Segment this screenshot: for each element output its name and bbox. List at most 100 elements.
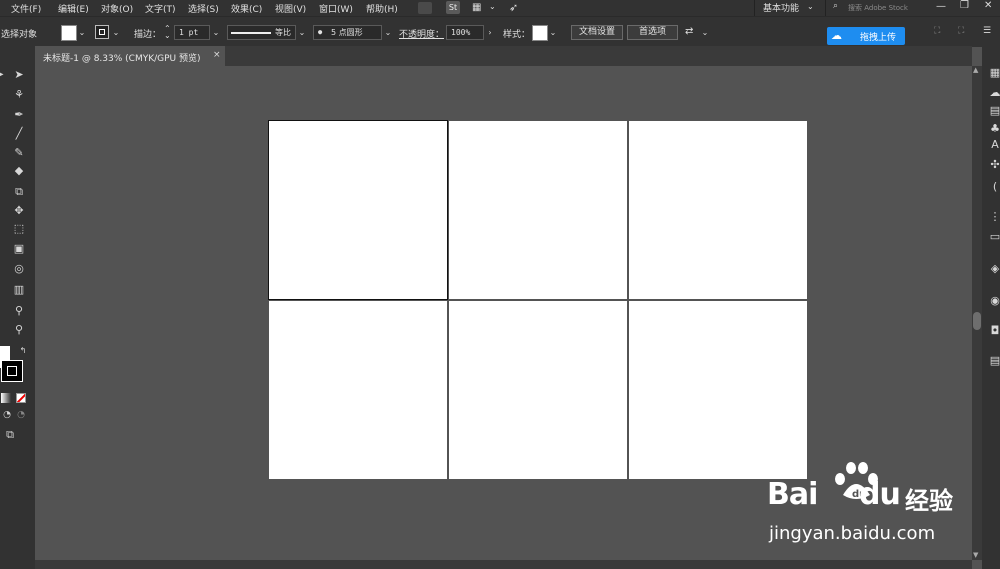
- chevron-down-icon[interactable]: ⌄: [77, 25, 87, 40]
- character-icon[interactable]: A: [988, 138, 1000, 152]
- stock-icon[interactable]: St: [446, 1, 460, 14]
- magic-wand-icon[interactable]: ⚘: [12, 88, 26, 102]
- paragraph-icon[interactable]: (: [988, 180, 1000, 194]
- opacity-label[interactable]: 不透明度：: [399, 27, 444, 40]
- gradient-mode-icon[interactable]: [1, 393, 11, 403]
- document-setup-button[interactable]: 文档设置: [571, 25, 623, 40]
- vertical-scrollbar[interactable]: ▲ ▼: [972, 66, 982, 560]
- puppet-warp-icon[interactable]: ✥: [12, 204, 26, 218]
- transform-icon[interactable]: ▭: [988, 230, 1000, 244]
- free-transform-icon[interactable]: ⬚: [12, 222, 26, 236]
- menu-help[interactable]: 帮助(H): [366, 2, 398, 15]
- variable-width-profile[interactable]: 等比: [227, 25, 296, 40]
- profile-label: 等比: [275, 28, 291, 37]
- artboard-2[interactable]: [449, 121, 627, 299]
- pen-tool-icon[interactable]: ✒: [12, 108, 26, 122]
- eyedropper-icon[interactable]: ⚲: [12, 304, 26, 318]
- direct-selection-tool-icon[interactable]: ➤: [12, 68, 26, 82]
- brushes-icon[interactable]: ♣: [988, 122, 1000, 136]
- close-window-icon[interactable]: ✕: [984, 0, 992, 11]
- stroke-color-swatch[interactable]: [1, 360, 23, 382]
- stroke-inner: [7, 366, 17, 376]
- cc-libraries-icon[interactable]: ☁: [988, 86, 1000, 100]
- draw-mode-icon[interactable]: ◔: [0, 408, 14, 422]
- chevron-down-icon[interactable]: ⌄: [700, 25, 710, 40]
- rocket-icon[interactable]: ➶: [509, 1, 518, 14]
- restore-icon[interactable]: ❐: [960, 0, 969, 11]
- menu-object[interactable]: 对象(O): [101, 2, 133, 15]
- workspace-switcher[interactable]: 基本功能 ⌄: [754, 0, 819, 16]
- artboard-5[interactable]: [449, 301, 627, 479]
- swap-colors-icon[interactable]: ↰: [16, 344, 30, 358]
- graphic-styles-icon[interactable]: ◘: [988, 324, 1000, 338]
- arrange-documents-icon[interactable]: ▦: [472, 2, 488, 14]
- artboards-panel-icon[interactable]: ▤: [988, 354, 1000, 368]
- artboard-4[interactable]: [269, 301, 447, 479]
- shape-builder-icon[interactable]: ◎: [12, 262, 26, 276]
- graph-tool-icon[interactable]: ▥: [12, 283, 26, 297]
- menu-type[interactable]: 文字(T): [145, 2, 176, 15]
- selection-tool-icon[interactable]: ▸: [0, 68, 8, 82]
- line-tool-icon[interactable]: ╱: [12, 127, 26, 141]
- watermark-du: du: [859, 477, 901, 512]
- chevron-down-icon[interactable]: ⌄: [297, 25, 307, 40]
- swatches-icon[interactable]: ▤: [988, 104, 1000, 118]
- layers-icon[interactable]: ◈: [988, 262, 1000, 276]
- menu-view[interactable]: 视图(V): [275, 2, 306, 15]
- menu-select[interactable]: 选择(S): [188, 2, 219, 15]
- stock-search[interactable]: ⌕ 搜索 Adobe Stock: [825, 0, 926, 16]
- graphic-style-swatch[interactable]: [532, 25, 548, 41]
- artboard-1[interactable]: [268, 120, 448, 300]
- panel-dock-icon[interactable]: ⛶: [958, 26, 964, 36]
- draw-inside-icon[interactable]: ◔: [14, 408, 28, 422]
- bridge-icon[interactable]: [418, 2, 432, 14]
- zoom-tool-icon[interactable]: ⚲: [12, 323, 26, 337]
- stroke-label: 描边：: [134, 30, 162, 40]
- panel-menu-icon[interactable]: ☰: [983, 26, 991, 36]
- appearance-icon[interactable]: ◉: [988, 294, 1000, 308]
- tools-panel: ▸ ➤ ⚘ ✒ ╱ ✎ ◆ ⧉ ✥ ⬚ ▣ ◎ ▥ ⚲ ⚲ ↰ ◔ ◔ ⧉: [0, 46, 35, 569]
- workspace-label: 基本功能: [763, 4, 800, 14]
- gradient-tool-icon[interactable]: ▣: [12, 242, 26, 256]
- arrange-icon[interactable]: ⇄: [685, 26, 693, 37]
- chevron-down-icon[interactable]: ⌄: [383, 25, 393, 40]
- eraser-tool-icon[interactable]: ◆: [12, 164, 26, 178]
- chevron-down-icon[interactable]: ⌄: [489, 2, 496, 11]
- scrollbar-thumb[interactable]: [973, 312, 981, 330]
- none-mode-icon[interactable]: [16, 393, 26, 403]
- chevron-right-icon[interactable]: ›: [485, 25, 495, 40]
- brush-definition[interactable]: ● 5 点圆形: [313, 25, 382, 40]
- close-tab-icon[interactable]: ×: [213, 50, 221, 60]
- preferences-button[interactable]: 首选项: [627, 25, 678, 40]
- panel-collapse-icon[interactable]: ⛶: [934, 26, 940, 36]
- baidu-upload-button[interactable]: ☁ 拖拽上传: [827, 27, 905, 45]
- tab-document[interactable]: 未标题-1 @ 8.33% (CMYK/GPU 预览) ×: [35, 46, 225, 66]
- watermark-url: jingyan.baidu.com: [769, 523, 936, 544]
- menu-window[interactable]: 窗口(W): [319, 2, 353, 15]
- chevron-down-icon[interactable]: ⌄: [548, 25, 558, 40]
- opacity-field[interactable]: 100%: [446, 25, 484, 40]
- stroke-weight-field[interactable]: 1 pt: [174, 25, 210, 40]
- symbols-icon[interactable]: ✣: [988, 158, 1000, 172]
- menu-effect[interactable]: 效果(C): [231, 2, 262, 15]
- stroke-stepper[interactable]: ⌃ ⌄: [164, 25, 174, 40]
- chevron-down-icon[interactable]: ⌄: [111, 25, 121, 40]
- screen-mode-icon[interactable]: ⧉: [3, 428, 17, 442]
- align-icon[interactable]: ⋮: [988, 210, 1000, 224]
- scroll-down-icon[interactable]: ▼: [973, 551, 978, 559]
- paintbrush-tool-icon[interactable]: ✎: [12, 146, 26, 160]
- stroke-swatch[interactable]: [95, 25, 109, 39]
- artboard-6[interactable]: [629, 301, 807, 479]
- scroll-up-icon[interactable]: ▲: [973, 66, 978, 74]
- color-panel-icon[interactable]: ▦: [988, 66, 1000, 80]
- menu-edit[interactable]: 编辑(E): [58, 2, 89, 15]
- search-input[interactable]: 搜索 Adobe Stock: [848, 3, 908, 13]
- chevron-down-icon[interactable]: ⌄: [211, 25, 221, 40]
- artboard-3[interactable]: [629, 121, 807, 299]
- cloud-icon: ☁: [831, 29, 842, 42]
- menu-file[interactable]: 文件(F): [11, 2, 41, 15]
- stroke-line-preview: [231, 32, 271, 34]
- scale-tool-icon[interactable]: ⧉: [12, 185, 26, 199]
- fill-swatch[interactable]: [61, 25, 77, 41]
- minimize-icon[interactable]: —: [936, 1, 946, 12]
